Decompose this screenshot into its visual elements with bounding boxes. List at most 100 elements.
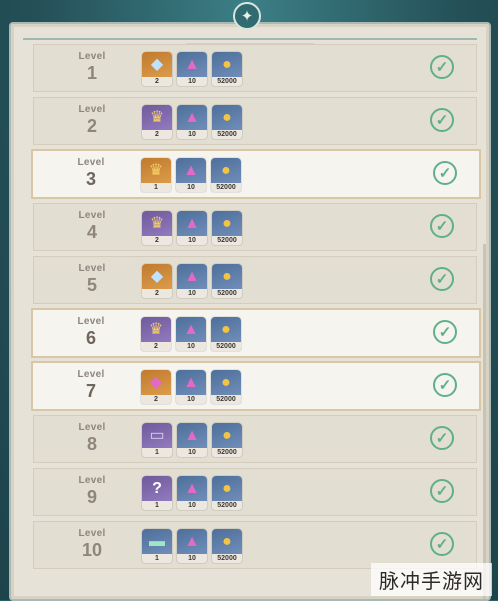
level-label: Level 2 xyxy=(64,104,120,137)
reward-items: ◆ 2 ▲ 10 ● 52000 xyxy=(142,52,242,86)
level-row[interactable]: Level 2 ♛ 2 ▲ 10 ● 52000 ✓ xyxy=(33,97,477,145)
mora-coin-icon: ● xyxy=(222,109,232,126)
level-row[interactable]: Level 5 ◆ 2 ▲ 10 ● 52000 ✓ xyxy=(33,256,477,304)
reward-item[interactable]: ● 52000 xyxy=(212,105,242,139)
scrollbar[interactable] xyxy=(483,244,486,599)
level-label: Level 8 xyxy=(64,422,120,455)
reward-item[interactable]: ? 1 xyxy=(142,476,172,510)
check-circle-icon: ✓ xyxy=(430,426,454,450)
crown-material-icon: ♛ xyxy=(149,109,165,126)
crystal-material-icon: ▲ xyxy=(184,109,200,126)
level-row[interactable]: Level 7 ◆ 2 ▲ 10 ● 52000 ✓ xyxy=(31,361,481,411)
reward-quantity: 2 xyxy=(142,77,172,86)
reward-item[interactable]: ▲ 10 xyxy=(176,370,206,404)
reward-item[interactable]: ▲ 10 xyxy=(177,52,207,86)
golden-crown-icon: ♛ xyxy=(148,162,164,179)
mora-coin-icon: ● xyxy=(222,268,232,285)
reward-quantity: 10 xyxy=(176,183,206,192)
level-row[interactable]: Level 4 ♛ 2 ▲ 10 ● 52000 ✓ xyxy=(33,203,477,251)
reward-quantity: 52000 xyxy=(212,501,242,510)
crystal-material-icon: ▲ xyxy=(184,480,200,497)
reward-item[interactable]: ▬ 1 xyxy=(142,529,172,563)
reward-items: ♛ 2 ▲ 10 ● 52000 xyxy=(141,317,241,351)
reward-item[interactable]: ▲ 10 xyxy=(177,264,207,298)
level-row[interactable]: Level 1 ◆ 2 ▲ 10 ● 52000 ✓ xyxy=(33,44,477,92)
level-label: Level 10 xyxy=(64,528,120,561)
reward-item[interactable]: ◆ 2 xyxy=(142,264,172,298)
reward-item[interactable]: ● 52000 xyxy=(211,317,241,351)
level-word: Level xyxy=(78,263,106,274)
reward-quantity: 10 xyxy=(177,554,207,563)
reward-quantity: 10 xyxy=(177,77,207,86)
reward-quantity: 1 xyxy=(142,554,172,563)
reward-quantity: 2 xyxy=(141,395,171,404)
reward-items: ▭ 1 ▲ 10 ● 52000 xyxy=(142,423,242,457)
reward-item[interactable]: ▲ 10 xyxy=(177,476,207,510)
level-number: 7 xyxy=(85,381,96,401)
level-row[interactable]: Level 3 ♛ 1 ▲ 10 ● 52000 ✓ xyxy=(31,149,481,199)
reward-item[interactable]: ● 52000 xyxy=(212,211,242,245)
reward-item[interactable]: ● 52000 xyxy=(211,370,241,404)
reward-quantity: 52000 xyxy=(211,342,241,351)
crown-material-icon: ♛ xyxy=(148,321,164,338)
reward-item[interactable]: ● 52000 xyxy=(212,529,242,563)
level-rewards-panel: Level 1 ◆ 2 ▲ 10 ● 52000 ✓ Level 2 ♛ 2 ▲ 10 ● 52000 ✓ Leve… xyxy=(9,22,491,601)
reward-item[interactable]: ♛ 2 xyxy=(142,211,172,245)
reward-item[interactable]: ▲ 10 xyxy=(177,105,207,139)
level-row[interactable]: Level 8 ▭ 1 ▲ 10 ● 52000 ✓ xyxy=(33,415,477,463)
level-number: 9 xyxy=(86,487,97,507)
mora-coin-icon: ● xyxy=(222,215,232,232)
mora-coin-icon: ● xyxy=(222,427,232,444)
reward-item[interactable]: ♛ 2 xyxy=(141,317,171,351)
level-word: Level xyxy=(78,475,106,486)
namecard-icon: ▬ xyxy=(149,533,165,550)
reward-item[interactable]: ▭ 1 xyxy=(142,423,172,457)
reward-item[interactable]: ▲ 10 xyxy=(177,529,207,563)
reward-quantity: 52000 xyxy=(212,289,242,298)
reward-items: ♛ 2 ▲ 10 ● 52000 xyxy=(142,105,242,139)
reward-items: ♛ 1 ▲ 10 ● 52000 xyxy=(141,158,241,192)
check-circle-icon: ✓ xyxy=(433,320,457,344)
level-row[interactable]: Level 9? 1 ▲ 10 ● 52000 ✓ xyxy=(33,468,477,516)
check-circle-icon: ✓ xyxy=(430,108,454,132)
reward-item[interactable]: ◆ 2 xyxy=(142,52,172,86)
level-word: Level xyxy=(78,422,106,433)
reward-item[interactable]: ● 52000 xyxy=(212,264,242,298)
reward-item[interactable]: ● 52000 xyxy=(212,52,242,86)
reward-item[interactable]: ● 52000 xyxy=(212,476,242,510)
reward-item[interactable]: ▲ 10 xyxy=(177,211,207,245)
reward-item[interactable]: ◆ 2 xyxy=(141,370,171,404)
reward-quantity: 2 xyxy=(142,236,172,245)
crystal-material-icon: ▲ xyxy=(183,374,199,391)
crystal-material-icon: ▲ xyxy=(183,321,199,338)
level-word: Level xyxy=(78,51,106,62)
crystal-material-icon: ▲ xyxy=(184,268,200,285)
level-row[interactable]: Level 6 ♛ 2 ▲ 10 ● 52000 ✓ xyxy=(31,308,481,358)
level-number: 10 xyxy=(81,540,103,560)
reward-quantity: 52000 xyxy=(212,130,242,139)
reward-item[interactable]: ♛ 2 xyxy=(142,105,172,139)
reward-items: ♛ 2 ▲ 10 ● 52000 xyxy=(142,211,242,245)
reward-item[interactable]: ● 52000 xyxy=(212,423,242,457)
pink-gem-material-icon: ◆ xyxy=(149,374,163,391)
reward-quantity: 10 xyxy=(177,130,207,139)
reward-quantity: 52000 xyxy=(212,77,242,86)
check-circle-icon: ✓ xyxy=(430,532,454,556)
reward-quantity: 1 xyxy=(142,448,172,457)
level-number: 6 xyxy=(85,328,96,348)
mora-coin-icon: ● xyxy=(221,162,231,179)
level-word: Level xyxy=(78,528,106,539)
check-circle-icon: ✓ xyxy=(430,267,454,291)
reward-item[interactable]: ▲ 10 xyxy=(176,158,206,192)
reward-item[interactable]: ▲ 10 xyxy=(176,317,206,351)
level-number: 1 xyxy=(86,63,97,83)
reward-items: ◆ 2 ▲ 10 ● 52000 xyxy=(141,370,241,404)
reward-item[interactable]: ♛ 1 xyxy=(141,158,171,192)
level-row[interactable]: Level 10 ▬ 1 ▲ 10 ● 52000 ✓ xyxy=(33,521,477,569)
reward-quantity: 2 xyxy=(142,289,172,298)
crystal-material-icon: ▲ xyxy=(184,56,200,73)
reward-item[interactable]: ● 52000 xyxy=(211,158,241,192)
check-circle-icon: ✓ xyxy=(430,55,454,79)
reward-item[interactable]: ▲ 10 xyxy=(177,423,207,457)
reward-quantity: 10 xyxy=(177,289,207,298)
